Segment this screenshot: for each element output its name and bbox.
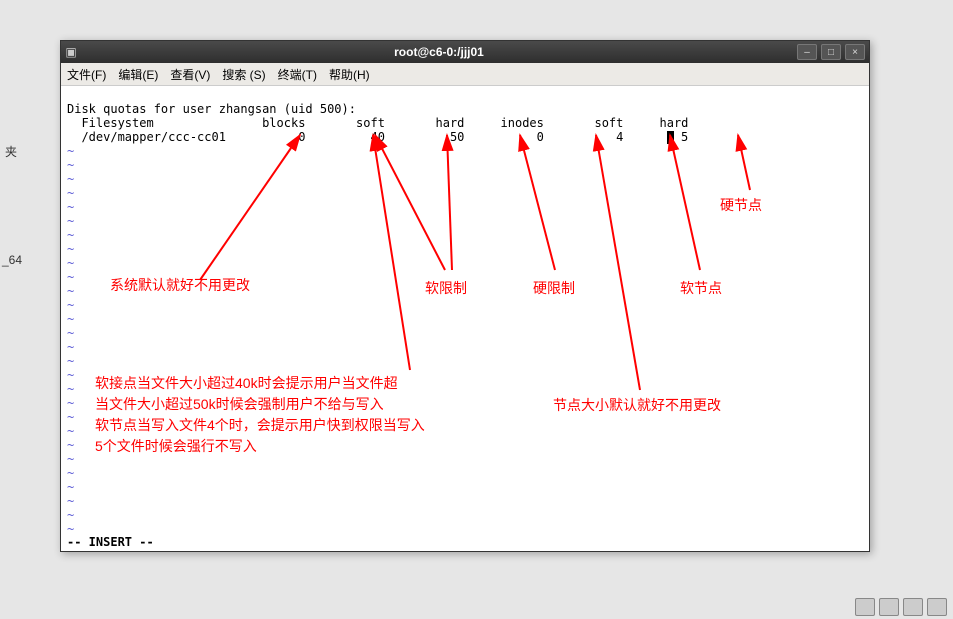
menu-help[interactable]: 帮助(H) [329, 66, 370, 83]
tilde-line: ~ [67, 172, 645, 186]
tilde-line: ~ [67, 200, 645, 214]
tilde-line: ~ [67, 284, 645, 298]
tilde-line: ~ [67, 494, 645, 508]
maximize-button[interactable]: □ [821, 44, 841, 60]
val-hard2: 5 [681, 130, 688, 144]
desktop-system-label: _64 [2, 253, 22, 267]
titlebar[interactable]: ▣ root@c6-0:/jjj01 – □ × [61, 41, 869, 63]
tilde-line: ~ [67, 480, 645, 494]
tray-icon[interactable] [927, 598, 947, 616]
menubar: 文件(F) 编辑(E) 查看(V) 搜索 (S) 终端(T) 帮助(H) [61, 63, 869, 86]
menu-view[interactable]: 查看(V) [170, 66, 210, 83]
taskbar-tray [855, 598, 947, 616]
tilde-line: ~ [67, 382, 645, 396]
tilde-line: ~ [67, 508, 645, 522]
tilde-line: ~ [67, 438, 645, 452]
val-blocks: 0 [298, 130, 305, 144]
val-hard1: 50 [450, 130, 464, 144]
val-filesystem: /dev/mapper/ccc-cc01 [81, 130, 226, 144]
cursor [667, 131, 674, 144]
col-filesystem: Filesystem [81, 116, 153, 130]
col-blocks: blocks [262, 116, 305, 130]
tilde-line: ~ [67, 396, 645, 410]
col-hard2: hard [660, 116, 689, 130]
tilde-line: ~ [67, 144, 645, 158]
terminal-area[interactable]: Disk quotas for user zhangsan (uid 500):… [61, 86, 869, 551]
close-button[interactable]: × [845, 44, 865, 60]
terminal-icon: ▣ [61, 45, 81, 59]
tilde-line: ~ [67, 242, 645, 256]
tilde-line: ~ [67, 270, 645, 284]
vim-status: -- INSERT -- [67, 535, 154, 549]
tilde-line: ~ [67, 256, 645, 270]
quota-title: Disk quotas for user zhangsan (uid 500): [67, 102, 356, 116]
tray-icon[interactable] [855, 598, 875, 616]
tilde-line: ~ [67, 312, 645, 326]
desktop-folder-label: 夹 [5, 143, 17, 160]
tray-icon[interactable] [903, 598, 923, 616]
tilde-line: ~ [67, 214, 645, 228]
tilde-line: ~ [67, 452, 645, 466]
tilde-line: ~ [67, 424, 645, 438]
tilde-line: ~ [67, 298, 645, 312]
col-soft1: soft [356, 116, 385, 130]
val-inodes: 0 [537, 130, 544, 144]
menu-terminal[interactable]: 终端(T) [278, 66, 317, 83]
tilde-line: ~ [67, 228, 645, 242]
terminal-window: ▣ root@c6-0:/jjj01 – □ × 文件(F) 编辑(E) 查看(… [60, 40, 870, 552]
val-soft2: 4 [616, 130, 623, 144]
tilde-line: ~ [67, 158, 645, 172]
tilde-line: ~ [67, 186, 645, 200]
menu-file[interactable]: 文件(F) [67, 66, 106, 83]
menu-edit[interactable]: 编辑(E) [118, 66, 158, 83]
tilde-line: ~ [67, 368, 645, 382]
window-title: root@c6-0:/jjj01 [81, 45, 797, 59]
tilde-line: ~ [67, 522, 645, 536]
col-inodes: inodes [501, 116, 544, 130]
col-soft2: soft [594, 116, 623, 130]
val-soft1: 40 [370, 130, 384, 144]
col-hard1: hard [436, 116, 465, 130]
tilde-line: ~ [67, 340, 645, 354]
menu-search[interactable]: 搜索 (S) [222, 66, 265, 83]
tilde-line: ~ [67, 466, 645, 480]
tilde-line: ~ [67, 410, 645, 424]
tilde-line: ~ [67, 354, 645, 368]
tray-icon[interactable] [879, 598, 899, 616]
minimize-button[interactable]: – [797, 44, 817, 60]
tilde-line: ~ [67, 326, 645, 340]
